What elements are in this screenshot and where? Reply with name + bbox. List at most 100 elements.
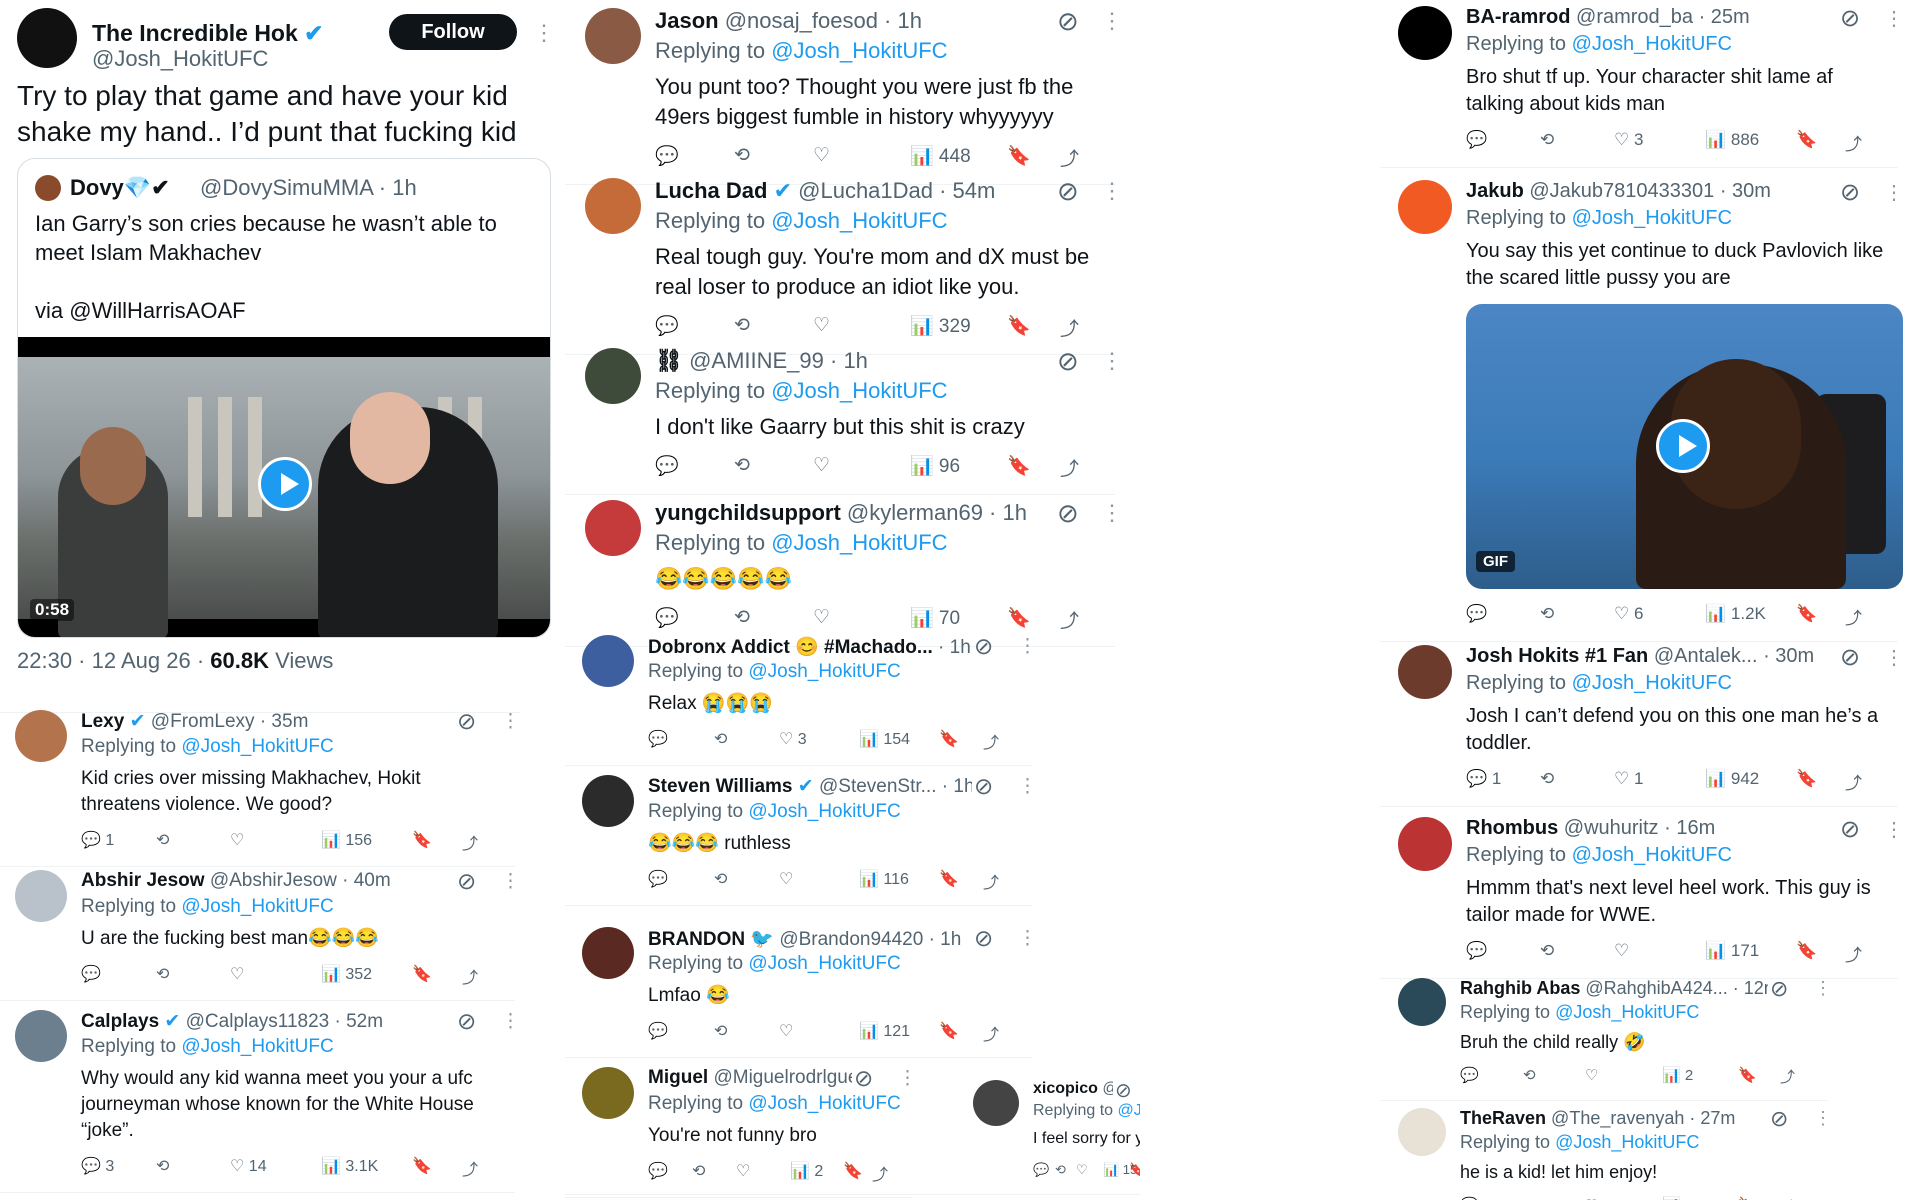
bookmark-button[interactable]: 🔖 bbox=[1796, 604, 1817, 624]
views-button[interactable]: 📊 154 bbox=[859, 729, 910, 749]
retweet-button[interactable]: ⟲ bbox=[156, 1156, 169, 1176]
reply-tweet[interactable]: Jakub @Jakub7810433301 · 30m ⊘ ⋮ Replyin… bbox=[1398, 179, 1904, 639]
views-button[interactable]: 📊 3.1K bbox=[321, 1156, 378, 1176]
retweet-button[interactable]: ⟲ bbox=[156, 964, 169, 984]
like-button[interactable]: ♡ bbox=[736, 1161, 750, 1181]
grok-icon[interactable]: ⊘ bbox=[457, 708, 476, 735]
author-handle[interactable]: @AKabucelli66369 · 41m bbox=[1102, 1080, 1113, 1097]
avatar[interactable] bbox=[1398, 6, 1452, 60]
reply-button[interactable]: 💬 1 bbox=[81, 830, 114, 850]
author-name[interactable]: yungchildsupport bbox=[655, 500, 841, 525]
reply-tweet[interactable]: Rahghib Abas @RahghibA424... · 12m ⊘ ⋮ R… bbox=[1398, 976, 1832, 1098]
share-button[interactable]: ⤴ bbox=[1060, 314, 1079, 341]
avatar[interactable] bbox=[1398, 817, 1452, 871]
grok-icon[interactable]: ⊘ bbox=[457, 1008, 476, 1035]
like-button[interactable]: ♡ bbox=[230, 964, 244, 984]
grok-icon[interactable]: ⊘ bbox=[1770, 976, 1788, 1002]
reply-tweet[interactable]: Jason @nosaj_foesod · 1h ⊘ ⋮ Replying to… bbox=[585, 6, 1123, 182]
reply-tweet[interactable]: Miguel @Miguelrodrlgues · 14m ⊘ ⋮ Replyi… bbox=[582, 1065, 917, 1195]
reply-tweet[interactable]: Calplays ✔ @Calplays11823 · 52m ⊘ ⋮ Repl… bbox=[15, 1008, 520, 1190]
like-button[interactable]: ♡ 3 bbox=[779, 729, 807, 749]
mention-link[interactable]: @Josh_HokitUFC bbox=[771, 208, 947, 233]
reply-button[interactable]: 💬 bbox=[1460, 1196, 1479, 1200]
author-handle[interactable]: @Jakub7810433301 · 30m bbox=[1529, 180, 1771, 202]
avatar[interactable] bbox=[582, 775, 634, 827]
more-options-icon[interactable]: ⋮ bbox=[1884, 180, 1904, 205]
reply-button[interactable]: 💬 bbox=[655, 454, 679, 478]
bookmark-button[interactable]: 🔖 bbox=[412, 830, 432, 850]
grok-icon[interactable]: ⊘ bbox=[1057, 498, 1079, 529]
reply-tweet[interactable]: Josh Hokits #1 Fan @Antalek... · 30m ⊘ ⋮… bbox=[1398, 644, 1904, 804]
author-name[interactable]: BA-ramrod bbox=[1466, 6, 1570, 28]
views-button[interactable]: 📊 1.2K bbox=[1705, 604, 1766, 624]
like-button[interactable]: ♡ 3 bbox=[1614, 130, 1643, 150]
reply-tweet[interactable]: yungchildsupport @kylerman69 · 1h ⊘ ⋮ Re… bbox=[585, 498, 1123, 644]
author-name[interactable]: Rahghib Abas bbox=[1460, 978, 1580, 998]
grok-icon[interactable]: ⊘ bbox=[854, 1065, 873, 1092]
reply-tweet[interactable]: ⛓ @AMIINE_99 · 1h ⊘ ⋮ Replying to @Josh_… bbox=[585, 346, 1123, 492]
more-options-icon[interactable]: ⋮ bbox=[1018, 927, 1037, 950]
avatar[interactable] bbox=[585, 178, 641, 234]
mention-link[interactable]: @Josh_HokitUFC bbox=[1118, 1102, 1141, 1119]
bookmark-button[interactable]: 🔖 bbox=[1796, 769, 1817, 789]
more-options-icon[interactable]: ⋮ bbox=[1018, 635, 1037, 658]
reply-button[interactable]: 💬 bbox=[81, 964, 101, 984]
like-button[interactable]: ♡ bbox=[813, 454, 830, 477]
grok-icon[interactable]: ⊘ bbox=[457, 868, 476, 895]
video-player[interactable]: 0:58 bbox=[18, 337, 550, 637]
more-options-icon[interactable]: ⋮ bbox=[1814, 1108, 1832, 1129]
bookmark-button[interactable]: 🔖 bbox=[1796, 130, 1817, 150]
reply-button[interactable]: 💬 bbox=[648, 1161, 668, 1181]
author-handle[interactable]: @AMIINE_99 · 1h bbox=[689, 348, 868, 373]
share-button[interactable]: ⤴ bbox=[1845, 769, 1862, 794]
reply-button[interactable]: 💬 bbox=[655, 144, 679, 168]
views-button[interactable]: 📊 96 bbox=[910, 454, 960, 478]
reply-tweet[interactable]: Lucha Dad ✔ @Lucha1Dad · 54m ⊘ ⋮ Replyin… bbox=[585, 176, 1123, 352]
share-button[interactable]: ⤴ bbox=[462, 830, 478, 854]
retweet-button[interactable]: ⟲ bbox=[734, 314, 750, 337]
more-options-icon[interactable]: ⋮ bbox=[1884, 817, 1904, 842]
play-icon[interactable] bbox=[1656, 419, 1710, 473]
author-handle[interactable]: @ramrod_ba · 25m bbox=[1576, 6, 1750, 28]
author-name[interactable]: Dobronx Addict 😊 #Machado... bbox=[648, 637, 933, 658]
share-button[interactable]: ⤴ bbox=[983, 729, 999, 753]
author-name[interactable]: BRANDON 🐦 bbox=[648, 929, 774, 950]
more-options-icon[interactable]: ⋮ bbox=[533, 20, 555, 46]
reply-button[interactable]: 💬 bbox=[1460, 1066, 1479, 1084]
retweet-button[interactable]: ⟲ bbox=[714, 729, 727, 749]
reply-tweet[interactable]: BRANDON 🐦 @Brandon94420 · 1h ⊘ ⋮ Replyin… bbox=[582, 925, 1037, 1055]
bookmark-button[interactable]: 🔖 bbox=[1007, 606, 1031, 630]
grok-icon[interactable]: ⊘ bbox=[1840, 4, 1860, 33]
views-button[interactable]: 📊 2 bbox=[790, 1161, 823, 1181]
share-button[interactable]: ⤴ bbox=[1060, 144, 1079, 171]
reply-tweet[interactable]: Rhombus @wuhuritz · 16m ⊘ ⋮ Replying to … bbox=[1398, 816, 1904, 976]
views-button[interactable]: 📊 942 bbox=[1705, 769, 1759, 789]
views-button[interactable]: 📊 171 bbox=[1705, 941, 1759, 961]
mention-link[interactable]: @Josh_HokitUFC bbox=[771, 378, 947, 403]
author-handle[interactable]: @Miguelrodrlgues · 14m bbox=[713, 1067, 852, 1088]
like-button[interactable]: ♡ bbox=[813, 606, 830, 629]
quoted-post[interactable]: Dovy💎✔ @DovySimuMMA · 1h Ian Garry’s son… bbox=[17, 158, 551, 638]
reply-button[interactable]: 💬 bbox=[1466, 130, 1487, 150]
avatar[interactable] bbox=[1398, 180, 1452, 234]
views-button[interactable]: 📊 329 bbox=[910, 314, 971, 338]
more-options-icon[interactable]: ⋮ bbox=[1814, 978, 1832, 999]
bookmark-button[interactable]: 🔖 bbox=[412, 964, 432, 984]
grok-icon[interactable]: ⊘ bbox=[1057, 6, 1079, 37]
mention-link[interactable]: @Josh_HokitUFC bbox=[748, 1093, 900, 1114]
author-handle[interactable]: @Josh_HokitUFC bbox=[92, 46, 268, 72]
author-handle[interactable]: @wuhuritz · 16m bbox=[1564, 817, 1715, 839]
mention-link[interactable]: @Josh_HokitUFC bbox=[181, 896, 333, 917]
like-button[interactable]: ♡ bbox=[779, 869, 793, 889]
author-name[interactable]: Rhombus bbox=[1466, 817, 1558, 839]
bookmark-button[interactable]: 🔖 bbox=[412, 1156, 432, 1176]
retweet-button[interactable]: ⟲ bbox=[714, 1021, 727, 1041]
retweet-button[interactable]: ⟲ bbox=[692, 1161, 705, 1181]
like-button[interactable]: ♡ bbox=[813, 144, 830, 167]
share-button[interactable]: ⤴ bbox=[462, 964, 478, 988]
views-button[interactable]: 📊 352 bbox=[321, 964, 372, 984]
retweet-button[interactable]: ⟲ bbox=[734, 606, 750, 629]
share-button[interactable]: ⤴ bbox=[983, 869, 999, 893]
avatar[interactable] bbox=[973, 1080, 1019, 1126]
reply-button[interactable]: 💬 bbox=[1466, 941, 1487, 961]
